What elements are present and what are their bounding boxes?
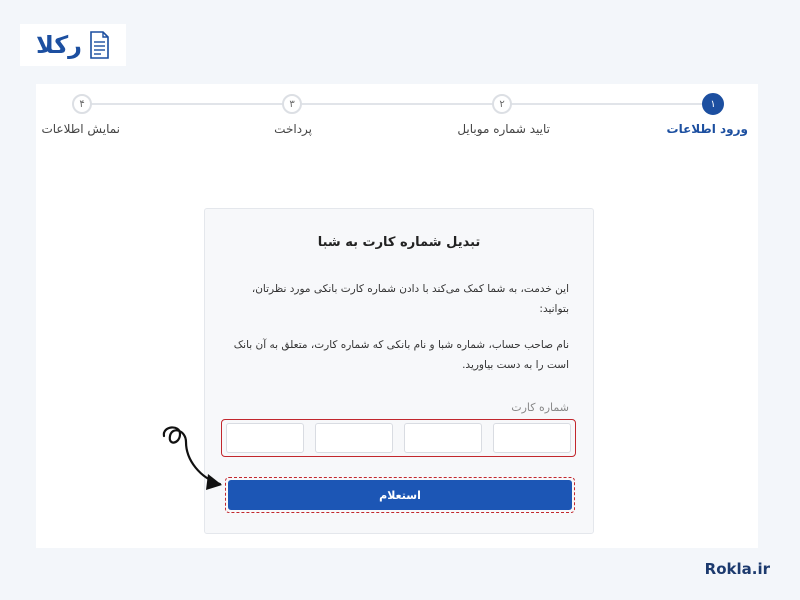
brand-logo: رکلا: [20, 24, 126, 66]
card-number-input-2[interactable]: [404, 423, 482, 453]
card-number-input-4[interactable]: [226, 423, 304, 453]
footer-brand: Rokla.ir: [704, 560, 770, 578]
card-number-label: شماره کارت: [511, 401, 569, 414]
document-icon: [88, 30, 110, 60]
card-to-sheba-form: تبدیل شماره کارت به شبا این خدمت، به شما…: [204, 208, 594, 534]
step-3-label[interactable]: پرداخت: [274, 122, 312, 136]
form-description-1: این خدمت، به شما کمک می‌کند با دادن شمار…: [251, 283, 569, 315]
step-connector: [84, 103, 292, 105]
step-3-indicator[interactable]: ۳: [282, 94, 302, 114]
card-number-input-1[interactable]: [493, 423, 571, 453]
step-2-indicator[interactable]: ۲: [492, 94, 512, 114]
step-4-indicator[interactable]: ۴: [72, 94, 92, 114]
main-panel: ۱ ورود اطلاعات ۲ تایید شماره موبایل ۳ پر…: [36, 84, 758, 548]
form-description-2: نام صاحب حساب، شماره شبا و نام بانکی که …: [233, 339, 569, 371]
step-4-label[interactable]: نمایش اطلاعات: [41, 122, 120, 136]
step-2-label[interactable]: تایید شماره موبایل: [457, 122, 550, 136]
step-connector: [508, 103, 708, 105]
inquiry-button[interactable]: استعلام: [228, 480, 572, 510]
step-connector: [302, 103, 498, 105]
logo-text: رکلا: [36, 31, 82, 59]
card-number-input-3[interactable]: [315, 423, 393, 453]
submit-highlight: استعلام: [225, 477, 575, 513]
form-title: تبدیل شماره کارت به شبا: [317, 235, 481, 250]
progress-stepper: ۱ ورود اطلاعات ۲ تایید شماره موبایل ۳ پر…: [36, 84, 758, 154]
hand-drawn-arrow-icon: [150, 420, 230, 504]
step-1-indicator[interactable]: ۱: [702, 93, 724, 115]
card-number-field-group: [221, 419, 576, 457]
step-1-label[interactable]: ورود اطلاعات: [667, 122, 748, 136]
